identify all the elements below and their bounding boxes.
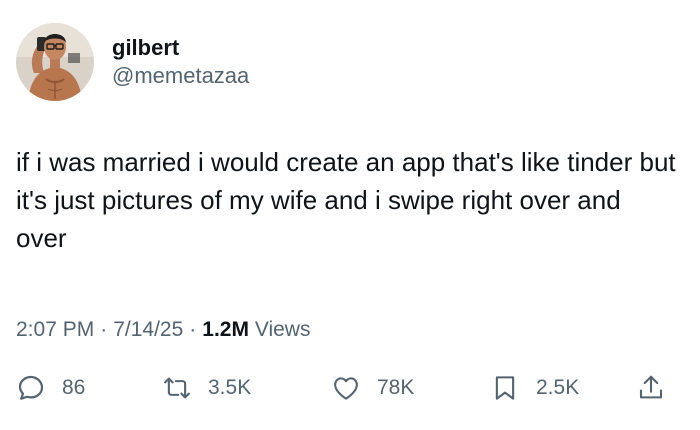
display-name[interactable]: gilbert: [112, 34, 249, 62]
retweet-button[interactable]: 3.5K: [162, 368, 251, 408]
meta-separator: ·: [100, 318, 108, 341]
views-count: 1.2M: [202, 318, 249, 341]
bookmark-icon: [490, 373, 520, 403]
tweet-date[interactable]: 7/14/25: [113, 318, 183, 341]
share-button[interactable]: [636, 368, 666, 408]
tweet-actions: 86 3.5K 78K 2.5K: [16, 368, 680, 408]
reply-icon: [16, 373, 46, 403]
reply-count: 86: [62, 376, 86, 399]
heart-icon: [331, 373, 361, 403]
tweet-card: gilbert @memetazaa if i was married i wo…: [0, 0, 700, 430]
avatar-image: [16, 23, 94, 101]
views-label: Views: [254, 318, 311, 341]
like-button[interactable]: 78K: [331, 368, 414, 408]
bookmark-count: 2.5K: [536, 376, 580, 399]
meta-separator: ·: [189, 318, 197, 341]
bookmark-button[interactable]: 2.5K: [490, 368, 579, 408]
author-names: gilbert @memetazaa: [112, 34, 249, 90]
share-icon: [636, 373, 666, 403]
like-count: 78K: [377, 376, 415, 399]
tweet-text: if i was married i would create an app t…: [16, 147, 676, 253]
retweet-icon: [162, 373, 192, 403]
reply-button[interactable]: 86: [16, 368, 85, 408]
tweet-header: gilbert @memetazaa: [16, 20, 249, 104]
tweet-metadata: 2:07 PM · 7/14/25 · 1.2M Views: [16, 316, 310, 344]
username-handle[interactable]: @memetazaa: [112, 62, 249, 90]
avatar[interactable]: [16, 23, 94, 101]
retweet-count: 3.5K: [208, 376, 252, 399]
tweet-time[interactable]: 2:07 PM: [16, 318, 94, 341]
